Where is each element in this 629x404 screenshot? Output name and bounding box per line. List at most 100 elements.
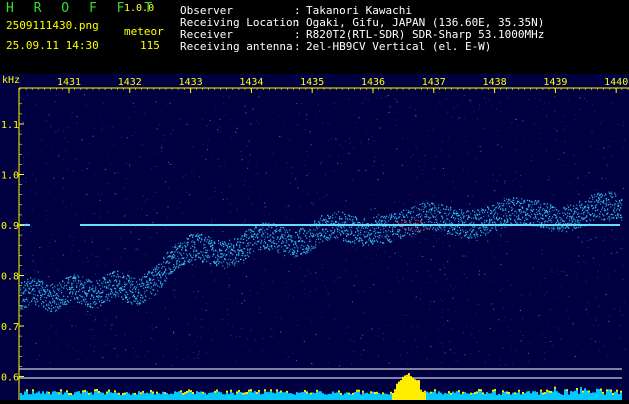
signal-point	[492, 222, 493, 223]
signal-point	[314, 223, 315, 224]
noise-speckle	[561, 286, 562, 287]
noise-speckle	[120, 257, 121, 258]
noise-speckle	[624, 238, 625, 239]
noise-speckle	[71, 326, 72, 327]
signal-point	[452, 227, 453, 228]
signal-point	[287, 248, 288, 249]
noise-speckle	[232, 326, 233, 327]
signal-point	[243, 252, 244, 253]
signal-point	[218, 240, 219, 241]
noise-speckle	[406, 98, 407, 99]
signal-point	[280, 231, 281, 232]
signal-point	[493, 205, 494, 206]
signal-point	[297, 250, 298, 251]
signal-point	[238, 255, 239, 256]
signal-point	[243, 260, 244, 261]
signal-point	[288, 252, 289, 253]
signal-point	[259, 231, 260, 232]
noise-speckle	[94, 128, 95, 129]
signal-point	[296, 253, 297, 254]
noise-speckle	[67, 311, 68, 312]
noise-speckle	[375, 246, 376, 247]
power-bar-segment	[74, 392, 76, 400]
noise-speckle	[378, 245, 379, 246]
power-bar-segment	[544, 394, 546, 400]
signal-point	[556, 209, 557, 210]
signal-point	[224, 268, 225, 269]
noise-speckle	[84, 241, 85, 242]
noise-speckle	[514, 119, 515, 120]
signal-point	[146, 290, 147, 291]
noise-speckle	[303, 237, 304, 238]
signal-point	[53, 295, 54, 296]
noise-speckle	[454, 310, 455, 311]
signal-point	[576, 227, 577, 228]
signal-point	[421, 214, 422, 215]
signal-point	[282, 234, 283, 235]
signal-point	[539, 222, 540, 223]
signal-point	[261, 229, 262, 230]
power-bar-segment	[110, 392, 112, 400]
noise-speckle	[291, 219, 292, 220]
signal-point	[61, 292, 62, 293]
signal-point	[35, 294, 36, 295]
noise-speckle	[130, 95, 131, 96]
noise-speckle	[564, 130, 565, 131]
power-bar-segment	[28, 394, 30, 400]
noise-speckle	[500, 168, 501, 169]
noise-speckle	[249, 155, 250, 156]
noise-speckle	[30, 268, 31, 269]
power-bar-segment	[588, 393, 590, 401]
freq-tick-label: 0.9	[1, 221, 19, 232]
power-bar-segment	[172, 394, 174, 400]
signal-point	[487, 206, 488, 207]
noise-speckle	[624, 302, 625, 303]
noise-speckle	[561, 271, 562, 272]
power-bar-segment	[564, 389, 566, 400]
signal-point	[55, 294, 56, 295]
signal-point	[172, 271, 173, 272]
noise-speckle	[535, 98, 536, 99]
signal-point	[280, 229, 281, 230]
signal-point	[204, 259, 205, 260]
noise-speckle	[311, 321, 312, 322]
signal-point	[543, 227, 544, 228]
noise-speckle	[135, 351, 136, 352]
noise-speckle	[548, 176, 549, 177]
noise-speckle	[593, 189, 594, 190]
noise-speckle	[219, 126, 220, 127]
signal-point	[35, 303, 36, 304]
signal-point	[498, 208, 499, 209]
noise-speckle	[429, 309, 430, 310]
signal-point	[92, 288, 93, 289]
signal-point	[465, 230, 466, 231]
power-bar-peak	[424, 391, 426, 393]
signal-point	[549, 228, 550, 229]
signal-point	[571, 219, 572, 220]
signal-point	[602, 214, 603, 215]
power-bar-segment	[162, 392, 164, 400]
noise-speckle	[20, 97, 21, 98]
noise-speckle	[544, 346, 545, 347]
power-bar-segment	[346, 392, 348, 400]
noise-speckle	[491, 218, 492, 219]
noise-speckle	[324, 196, 325, 197]
noise-speckle	[73, 306, 74, 307]
signal-point	[46, 305, 47, 306]
noise-speckle	[360, 354, 361, 355]
signal-point	[63, 296, 64, 297]
noise-speckle	[28, 282, 29, 283]
noise-speckle	[201, 309, 202, 310]
power-bar-segment	[84, 392, 86, 400]
signal-point	[266, 247, 267, 248]
signal-point	[187, 255, 188, 256]
noise-speckle	[146, 199, 147, 200]
noise-speckle	[55, 132, 56, 133]
noise-speckle	[398, 252, 399, 253]
signal-point	[538, 202, 539, 203]
noise-speckle	[486, 102, 487, 103]
signal-point	[143, 285, 144, 286]
noise-speckle	[440, 151, 441, 152]
signal-point	[31, 301, 32, 302]
signal-point	[20, 309, 21, 310]
